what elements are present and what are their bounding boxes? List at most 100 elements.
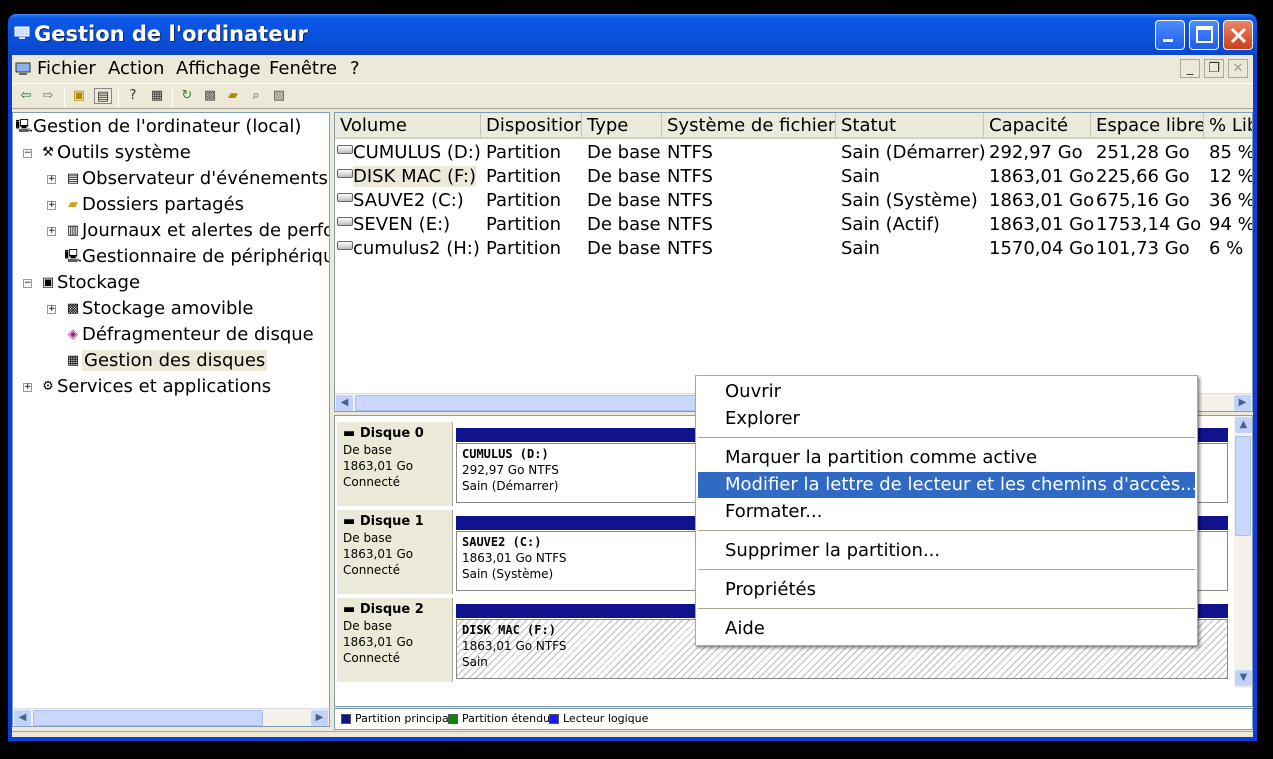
mdi-minimize-button[interactable]: _ <box>1180 59 1200 78</box>
status-cell: Sain (Démarrer) <box>841 142 986 163</box>
menu-item-open[interactable]: Ouvrir <box>698 379 1195 405</box>
disk-info[interactable]: ▬ Disque 1 De base 1863,01 Go Connecté <box>337 510 453 594</box>
scroll-left-button[interactable]: ◀ <box>336 395 353 411</box>
tree-item-storage[interactable]: ▣ Stockage <box>39 271 140 295</box>
column-header-volume[interactable]: Volume <box>335 113 481 139</box>
collapse-toggle[interactable]: − <box>23 279 32 288</box>
scroll-thumb[interactable] <box>33 710 263 726</box>
title-bar[interactable]: Gestion de l'ordinateur <box>8 14 1257 55</box>
close-button[interactable] <box>1223 20 1253 50</box>
expand-toggle[interactable]: + <box>47 201 56 210</box>
column-header-status[interactable]: Statut <box>836 113 984 139</box>
legend-label: Partition principale <box>355 712 459 725</box>
menu-item-delete-partition[interactable]: Supprimer la partition... <box>698 538 1195 564</box>
up-folder-icon[interactable]: ▣ <box>70 88 88 104</box>
disk-properties-icon[interactable]: ▩ <box>201 88 219 104</box>
menu-affichage[interactable]: Affichage <box>176 58 261 79</box>
help-icon[interactable]: ? <box>124 88 142 104</box>
tree-item-services-applications[interactable]: ⚙ Services et applications <box>39 375 271 399</box>
expand-toggle[interactable]: + <box>23 383 32 392</box>
shared-folder-icon: ▰ <box>68 197 78 212</box>
filesystem-cell: NTFS <box>667 214 713 235</box>
menu-help[interactable]: ? <box>350 58 360 79</box>
status-cell: Sain (Système) <box>841 190 978 211</box>
disk-size: 1863,01 Go <box>343 459 414 473</box>
menu-action[interactable]: Action <box>108 58 164 79</box>
column-header-capacity[interactable]: Capacité <box>984 113 1091 139</box>
disk-type: De base <box>343 531 393 545</box>
scroll-right-button[interactable]: ▶ <box>311 710 328 726</box>
window-title: Gestion de l'ordinateur <box>34 22 308 46</box>
services-icon: ⚙ <box>42 379 54 394</box>
disk-name: ▬ Disque 0 <box>343 426 446 442</box>
tree-item-performance-logs[interactable]: ▥ Journaux et alertes de perfo <box>64 219 329 243</box>
computer-icon[interactable] <box>15 62 31 76</box>
capacity-cell: 1863,01 Go <box>989 166 1095 187</box>
column-header-type[interactable]: Type <box>582 113 662 139</box>
forward-icon[interactable]: ⇨ <box>39 88 57 104</box>
partition-legend: Partition principale Partition étendue L… <box>334 708 1253 730</box>
scroll-down-button[interactable]: ▼ <box>1235 670 1252 686</box>
tree-item-shared-folders[interactable]: ▰ Dossiers partagés <box>64 193 244 217</box>
tree-item-disk-defragmenter[interactable]: ◈ Défragmenteur de disque <box>64 323 314 347</box>
menu-item-mark-active[interactable]: Marquer la partition comme active <box>698 445 1195 471</box>
menu-item-properties[interactable]: Propriétés <box>698 577 1195 603</box>
tree-item-disk-management[interactable]: ▦ Gestion des disques <box>64 349 268 373</box>
menu-fenetre[interactable]: Fenêtre <box>269 58 337 79</box>
disk-vertical-scrollbar[interactable]: ▲ ▼ <box>1234 416 1252 688</box>
free-space-cell: 1753,14 Go <box>1096 214 1202 235</box>
tree-label: Gestion des disques <box>82 350 268 371</box>
show-tree-icon[interactable]: ▤ <box>94 88 112 104</box>
column-header-percent-free[interactable]: % Lib <box>1204 113 1252 139</box>
layout-cell: Partition <box>486 166 562 187</box>
expand-toggle[interactable]: + <box>47 305 56 314</box>
disk-type: De base <box>343 443 393 457</box>
disk-size: 1863,01 Go <box>343 547 414 561</box>
table-row[interactable]: CUMULUS (D:) Partition De base NTFS Sain… <box>335 141 1252 165</box>
search-icon[interactable]: ⌕ <box>247 88 265 104</box>
tree-item-device-manager[interactable]: 🖳Gestionnaire de périphérique <box>64 245 329 269</box>
column-header-free-space[interactable]: Espace libre <box>1091 113 1204 139</box>
scroll-right-button[interactable]: ▶ <box>1234 395 1251 411</box>
menu-fichier[interactable]: Fichier <box>37 58 96 79</box>
disk-state: Connecté <box>343 651 400 665</box>
tree-item-event-viewer[interactable]: ▤ Observateur d'événements <box>64 167 328 191</box>
menu-item-help[interactable]: Aide <box>698 616 1195 642</box>
table-row[interactable]: SAUVE2 (C:) Partition De base NTFS Sain … <box>335 189 1252 213</box>
collapse-toggle[interactable]: − <box>23 149 32 158</box>
menu-item-change-drive-letter[interactable]: Modifier la lettre de lecteur et les che… <box>698 472 1197 498</box>
maximize-button[interactable] <box>1189 20 1219 50</box>
volume-cell: SEVEN (E:) <box>337 213 481 237</box>
partition-status: Sain <box>462 655 488 669</box>
disk-name: ▬ Disque 2 <box>343 602 446 618</box>
tree-item-removable-storage[interactable]: ▩ Stockage amovible <box>64 297 254 321</box>
refresh-icon[interactable]: ↻ <box>178 88 196 104</box>
back-icon[interactable]: ⇦ <box>17 88 35 104</box>
scroll-left-button[interactable]: ◀ <box>14 710 31 726</box>
menu-item-format[interactable]: Formater... <box>698 499 1195 525</box>
table-row[interactable]: SEVEN (E:) Partition De base NTFS Sain (… <box>335 213 1252 237</box>
tools-icon: ⚒ <box>42 145 54 160</box>
scroll-thumb[interactable] <box>1235 436 1251 536</box>
disk-info[interactable]: ▬ Disque 0 De base 1863,01 Go Connecté <box>337 422 453 506</box>
scroll-up-button[interactable]: ▲ <box>1235 417 1252 433</box>
mdi-close-button[interactable]: ✕ <box>1228 59 1248 78</box>
tree-horizontal-scrollbar[interactable]: ◀ ▶ <box>13 708 329 726</box>
open-folder-icon[interactable]: ▰ <box>224 88 242 104</box>
minimize-button[interactable] <box>1155 20 1185 50</box>
tree-item-system-tools[interactable]: ⚒ Outils système <box>39 141 191 165</box>
options-icon[interactable]: ▧ <box>270 88 288 104</box>
legend-swatch <box>549 714 559 724</box>
table-row[interactable]: cumulus2 (H:) Partition De base NTFS Sai… <box>335 237 1252 261</box>
column-header-layout[interactable]: Disposition <box>481 113 582 139</box>
mdi-restore-button[interactable]: ❐ <box>1204 59 1224 78</box>
properties-icon[interactable]: ▦ <box>148 88 166 104</box>
column-header-filesystem[interactable]: Système de fichiers <box>662 113 836 139</box>
expand-toggle[interactable]: + <box>47 175 56 184</box>
disk-info[interactable]: ▬ Disque 2 De base 1863,01 Go Connecté <box>337 598 453 682</box>
tree-item-computer-management[interactable]: 🖳Gestion de l'ordinateur (local) <box>15 115 301 139</box>
menu-item-explore[interactable]: Explorer <box>698 406 1195 432</box>
table-row[interactable]: DISK MAC (F:) Partition De base NTFS Sai… <box>335 165 1252 189</box>
capacity-cell: 292,97 Go <box>989 142 1083 163</box>
expand-toggle[interactable]: + <box>47 227 56 236</box>
